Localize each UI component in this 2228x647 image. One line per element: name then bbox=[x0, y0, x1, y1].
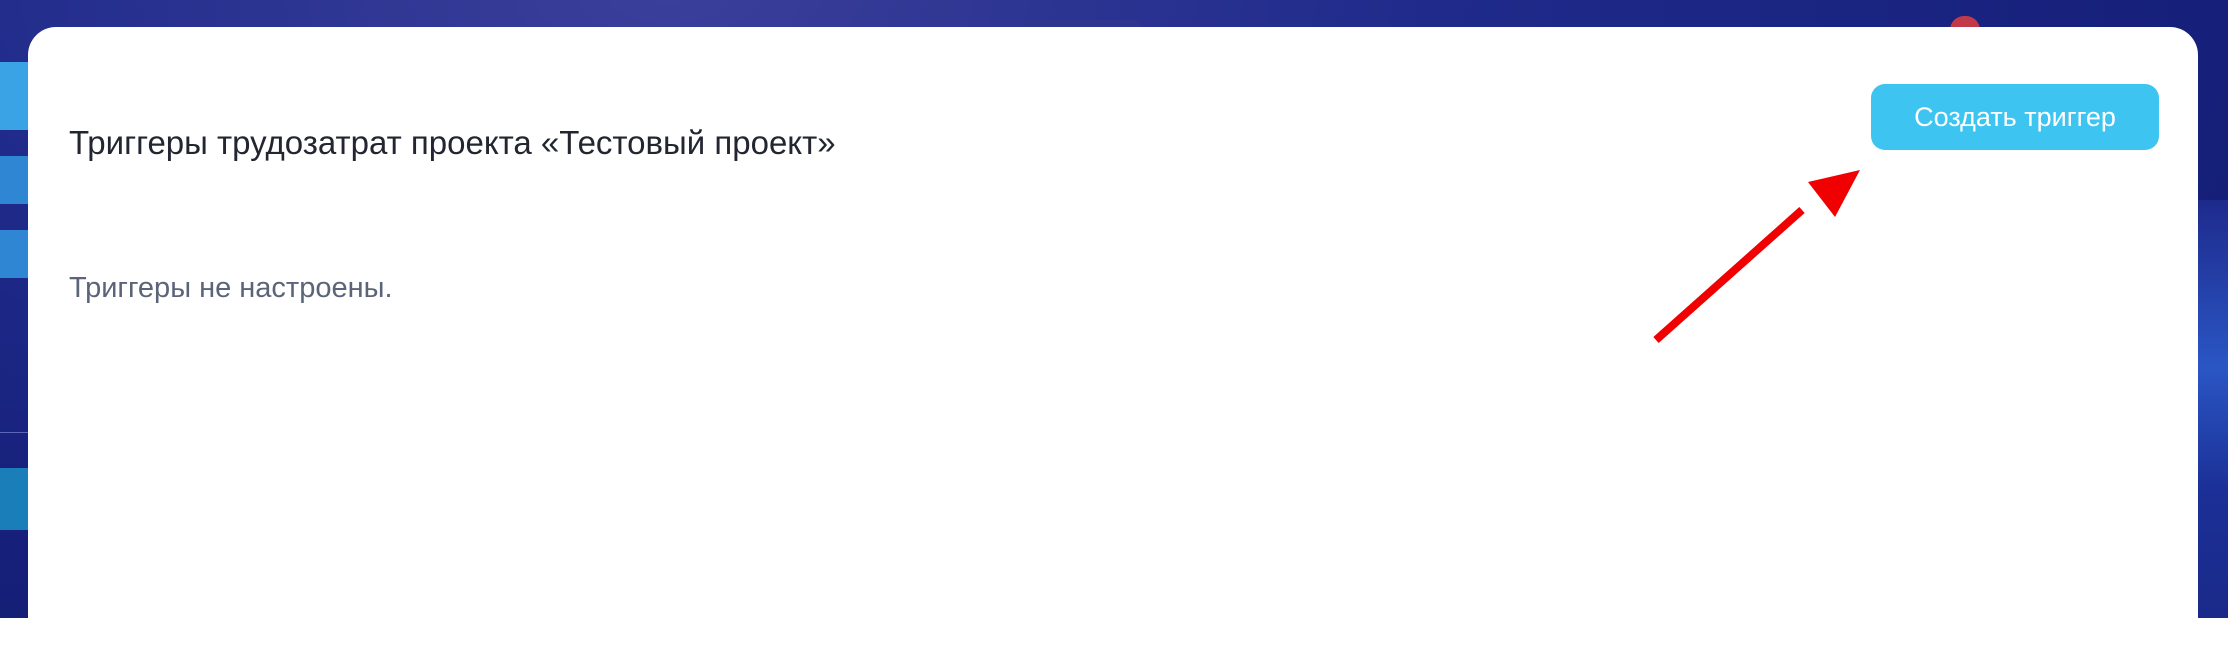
background-sidebar-tab bbox=[0, 230, 30, 278]
create-trigger-button[interactable]: Создать триггер bbox=[1871, 84, 2159, 150]
background-sidebar-tab bbox=[0, 62, 30, 130]
background-divider bbox=[0, 432, 30, 433]
triggers-modal: Триггеры трудозатрат проекта «Тестовый п… bbox=[28, 27, 2198, 647]
background-sidebar-tab bbox=[0, 156, 30, 204]
background-sidebar-tab bbox=[0, 468, 30, 530]
empty-state-text: Триггеры не настроены. bbox=[69, 272, 393, 304]
background-decoration bbox=[2198, 200, 2228, 618]
modal-title: Триггеры трудозатрат проекта «Тестовый п… bbox=[69, 124, 836, 161]
